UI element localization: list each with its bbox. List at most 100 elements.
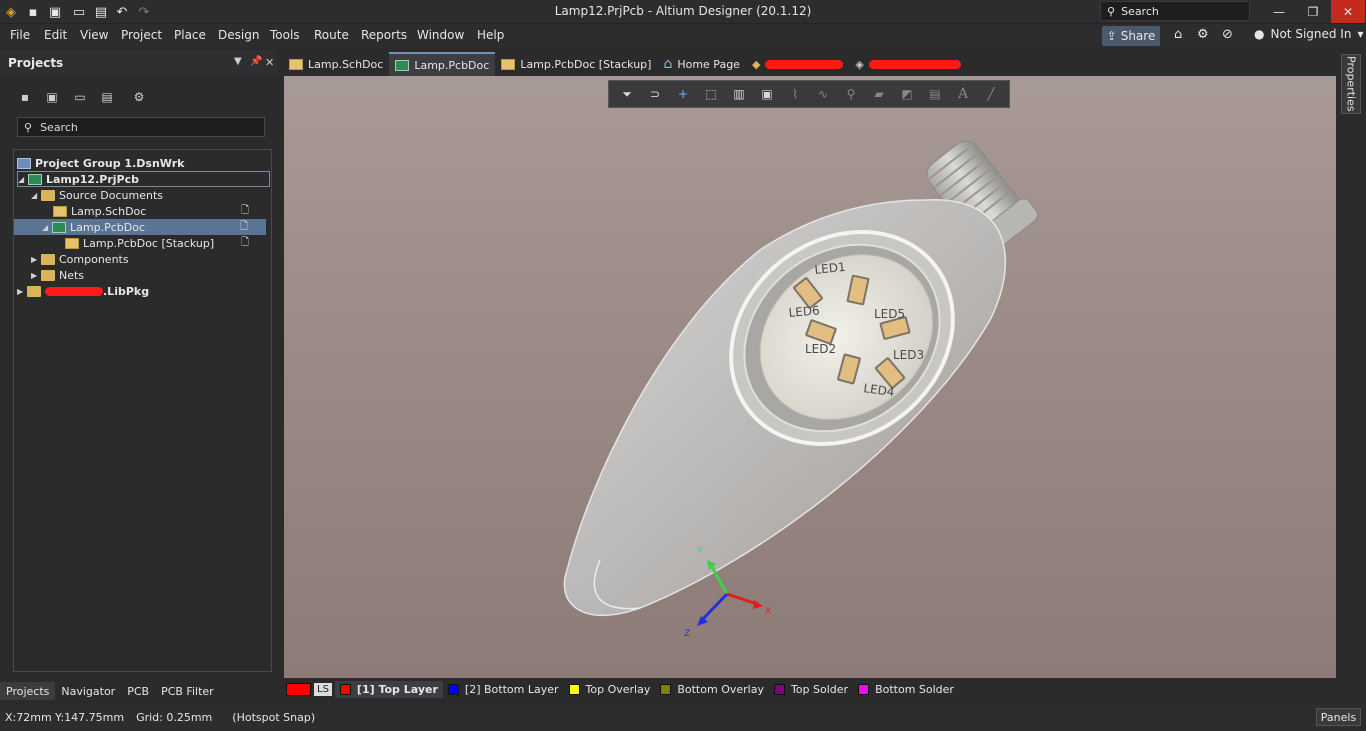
pcb-doc-icon [52,221,66,233]
layer-set-button[interactable]: LS [283,683,335,696]
global-search-label: Search [1121,4,1159,18]
menu-bar: File Edit View Project Place Design Tool… [0,24,1366,48]
home-icon[interactable]: ⌂ [1174,27,1182,42]
tree-item-source-documents[interactable]: ◢ Source Documents [31,187,163,203]
diff-pair-icon[interactable]: ∿ [814,85,832,103]
tab-pcb[interactable]: PCB [121,682,155,700]
share-button[interactable]: ⇪ Share [1102,26,1160,46]
library-icon: ◈ [855,57,864,71]
doc-tab-home[interactable]: ⌂ Home Page [657,52,746,76]
projects-search-placeholder: Search [40,120,78,134]
pin-icon[interactable]: 📌 [250,56,262,67]
layer-set-label: LS [314,683,332,696]
expand-arrow-icon[interactable]: ◢ [18,175,28,184]
layer-tab-bottom-layer[interactable]: [2] Bottom Layer [443,681,564,698]
doc-tab-library-2[interactable]: ◈ [849,52,966,76]
panel-menu-icon[interactable]: ▼ [234,56,242,67]
doc-tab-schdoc[interactable]: Lamp.SchDoc [283,52,389,76]
layer-tab-top-solder[interactable]: Top Solder [769,681,853,698]
menu-project[interactable]: Project [121,28,162,42]
menu-tools[interactable]: Tools [270,28,300,42]
user-icon: ● [1254,27,1265,41]
doc-tab-pcbdoc[interactable]: Lamp.PcbDoc [389,52,496,76]
title-bar: ◈ ▪ ▣ ▭ ▤ ↶ ↷ Lamp12.PrjPcb - Altium Des… [0,0,1366,24]
panel-close-icon[interactable]: ✕ [265,56,274,69]
save-project-icon[interactable]: ▪ [16,88,34,106]
tree-item-libpkg[interactable]: ▶ .LibPkg [17,283,149,299]
fill-icon[interactable]: ▰ [870,85,888,103]
expand-arrow-icon[interactable]: ◢ [31,191,41,200]
gear-icon[interactable]: ⚙ [1197,27,1209,42]
library-package-icon [27,285,41,297]
status-bar: X:72mm Y:147.75mm Grid: 0.25mm (Hotspot … [0,704,1366,731]
tab-navigator[interactable]: Navigator [55,682,121,700]
workspace-icon [17,157,31,169]
led-label-2: LED2 [805,342,836,356]
route-icon[interactable]: ⌇ [786,85,804,103]
minimize-button[interactable]: — [1262,0,1296,23]
graph-icon[interactable]: ▤ [926,85,944,103]
schematic-icon [53,205,67,217]
right-dock [1336,52,1366,680]
tree-item-pcbdoc[interactable]: ◢ Lamp.PcbDoc 🗋 [14,219,266,235]
global-search-input[interactable]: ⚲ Search [1100,1,1250,21]
layer-tab-top-layer[interactable]: [1] Top Layer [334,681,443,698]
expand-arrow-icon[interactable]: ◢ [42,223,52,232]
menu-design[interactable]: Design [218,28,259,42]
layer-tab-top-overlay[interactable]: Top Overlay [564,681,656,698]
account-menu[interactable]: ● Not Signed In ▾ [1254,27,1364,41]
dimension-icon[interactable]: ◩ [898,85,916,103]
snap-mode: (Hotspot Snap) [232,711,316,724]
tab-pcb-filter[interactable]: PCB Filter [155,682,220,700]
component-icon[interactable]: ▣ [758,85,776,103]
panel-settings-icon[interactable]: ⚙ [130,88,148,106]
pcb-3d-viewport[interactable]: LED1 LED6 LED5 LED2 LED3 LED4 Y X Z [284,76,1336,678]
doc-tab-stackup[interactable]: Lamp.PcbDoc [Stackup] [495,52,657,76]
align-icon[interactable]: ▥ [730,85,748,103]
project-options-icon[interactable]: ▤ [98,88,116,106]
tree-item-stackup[interactable]: Lamp.PcbDoc [Stackup] 🗋 [65,235,267,251]
close-button[interactable]: ✕ [1331,0,1365,23]
project-tree: Project Group 1.DsnWrk ◢ Lamp12.PrjPcb ◢… [13,149,272,672]
menu-file[interactable]: File [10,28,30,42]
layer-color-swatch [660,684,672,695]
layer-tab-bottom-overlay[interactable]: Bottom Overlay [655,681,769,698]
doc-tab-library[interactable]: ◆ [746,52,849,76]
menu-view[interactable]: View [80,28,108,42]
properties-panel-tab[interactable]: Properties [1341,54,1361,114]
layer-color-swatch [858,684,870,695]
chevron-down-icon: ▾ [1357,27,1364,41]
collapse-arrow-icon[interactable]: ▶ [31,271,41,280]
menu-reports[interactable]: Reports [361,28,407,42]
tree-item-workspace[interactable]: Project Group 1.DsnWrk [17,155,184,171]
menu-edit[interactable]: Edit [44,28,67,42]
crosshair-icon[interactable]: + [674,85,692,103]
restore-button[interactable]: ❐ [1296,0,1330,23]
pcb-project-icon [28,173,42,185]
panels-button[interactable]: Panels [1316,708,1361,726]
tree-item-nets[interactable]: ▶ Nets [31,267,84,283]
snap-icon[interactable]: ⊃ [646,85,664,103]
collapse-arrow-icon[interactable]: ▶ [31,255,41,264]
tree-item-project[interactable]: ◢ Lamp12.PrjPcb [17,171,270,187]
menu-help[interactable]: Help [477,28,504,42]
tree-item-schdoc[interactable]: Lamp.SchDoc 🗋 [53,203,267,219]
layer-color-swatch [447,684,459,695]
tree-item-components[interactable]: ▶ Components [31,251,129,267]
menu-route[interactable]: Route [314,28,349,42]
collapse-arrow-icon[interactable]: ▶ [17,287,27,296]
line-icon[interactable]: ╱ [982,85,1000,103]
select-rect-icon[interactable]: ⬚ [702,85,720,103]
home-icon: ⌂ [663,56,673,72]
menu-place[interactable]: Place [174,28,206,42]
projects-search-input[interactable]: ⚲ Search [17,117,265,137]
notifications-off-icon[interactable]: ⊘ [1222,27,1233,42]
tab-projects[interactable]: Projects [0,682,56,700]
save-all-documents-icon[interactable]: ▣ [43,88,61,106]
filter-icon[interactable]: ⏷ [618,85,636,103]
open-folder-icon[interactable]: ▭ [71,88,89,106]
text-icon[interactable]: A [954,85,972,103]
via-icon[interactable]: ⚲ [842,85,860,103]
menu-window[interactable]: Window [417,28,464,42]
layer-tab-bottom-solder[interactable]: Bottom Solder [853,681,959,698]
